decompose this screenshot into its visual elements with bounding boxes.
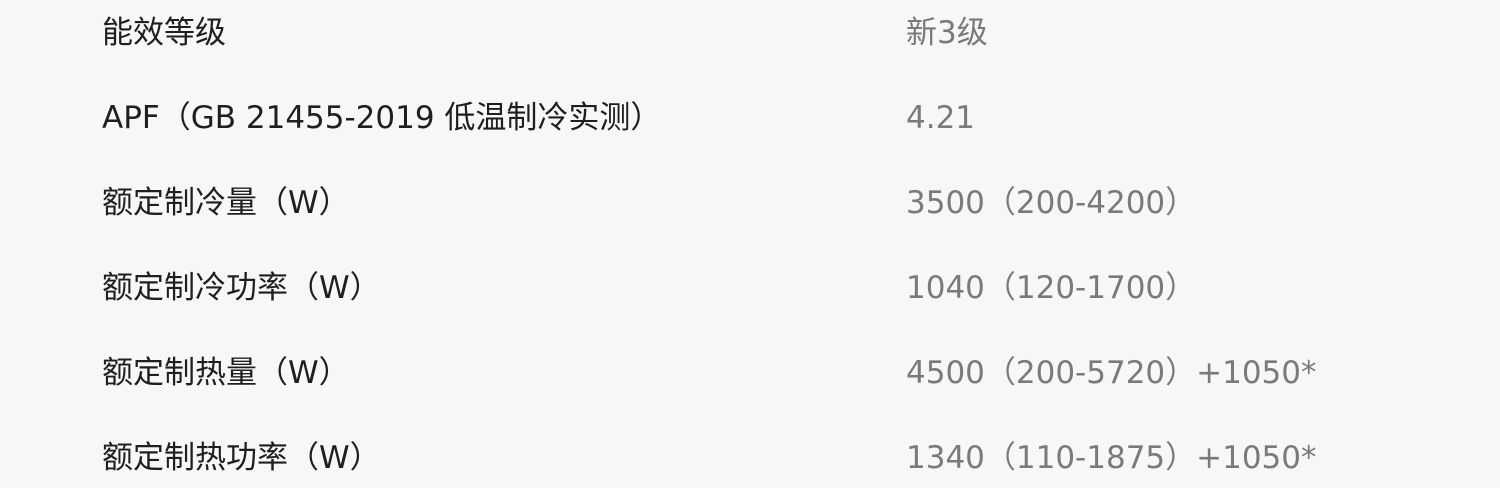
spec-value: 4.21	[906, 100, 976, 136]
spec-label: 额定制冷量（W）	[102, 185, 350, 221]
spec-value: 新3级	[906, 15, 988, 51]
spec-label: 额定制热功率（W）	[102, 440, 381, 476]
spec-label: 额定制热量（W）	[102, 355, 350, 391]
spec-table: 能效等级 新3级 APF（GB 21455-2019 低温制冷实测） 4.21 …	[0, 0, 1500, 479]
spec-row-rated-cooling-power: 额定制冷功率（W） 1040（120-1700）	[0, 258, 1500, 318]
spec-label: APF（GB 21455-2019 低温制冷实测）	[102, 100, 662, 136]
spec-row-energy-level: 能效等级 新3级	[0, 3, 1500, 63]
spec-value: 1040（120-1700）	[906, 270, 1197, 306]
spec-value: 1340（110-1875）+1050*	[906, 440, 1317, 476]
spec-value: 4500（200-5720）+1050*	[906, 355, 1317, 391]
spec-label: 能效等级	[102, 15, 226, 51]
spec-label: 额定制冷功率（W）	[102, 270, 381, 306]
spec-row-rated-cooling-capacity: 额定制冷量（W） 3500（200-4200）	[0, 173, 1500, 233]
spec-row-rated-heating-capacity: 额定制热量（W） 4500（200-5720）+1050*	[0, 343, 1500, 403]
spec-value: 3500（200-4200）	[906, 185, 1197, 221]
spec-row-apf: APF（GB 21455-2019 低温制冷实测） 4.21	[0, 88, 1500, 148]
spec-row-rated-heating-power: 额定制热功率（W） 1340（110-1875）+1050*	[0, 428, 1500, 488]
